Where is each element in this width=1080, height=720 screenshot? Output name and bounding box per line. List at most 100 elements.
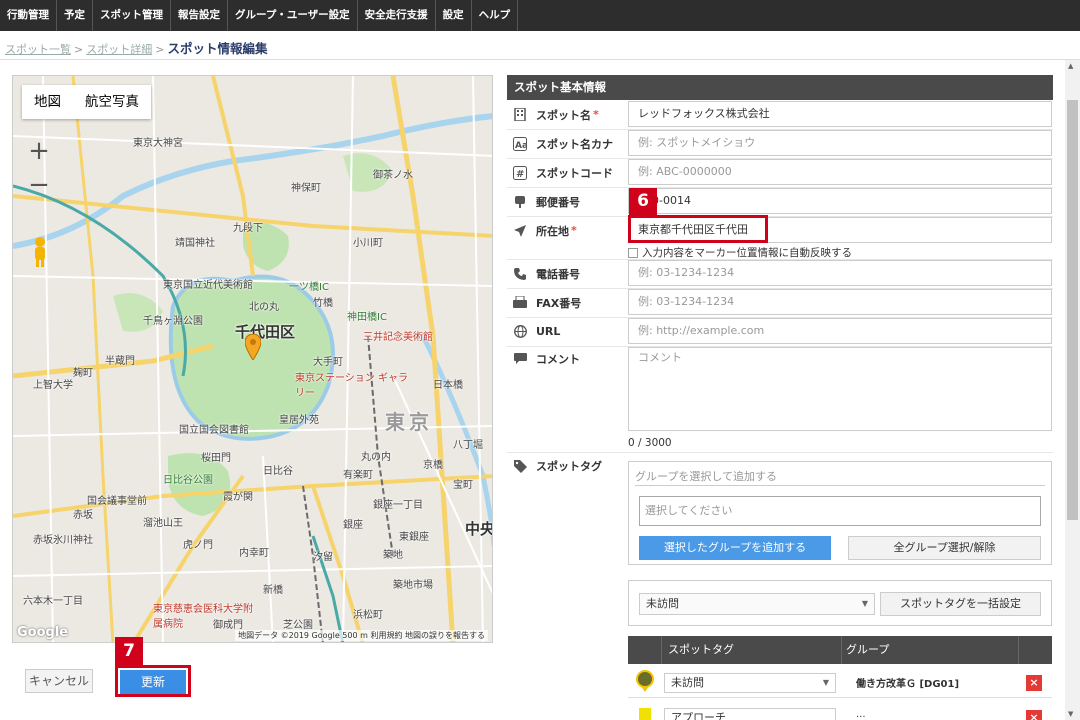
scrollbar-thumb[interactable] xyxy=(1067,100,1078,520)
tag-table-header-tag: スポットタグ xyxy=(668,643,734,656)
tag-marker-icon xyxy=(635,670,655,695)
nav-item-help[interactable]: ヘルプ xyxy=(472,0,519,31)
map-label-kokyo-gaien: 皇居外苑 xyxy=(279,415,319,426)
nav-item-schedule[interactable]: 予定 xyxy=(57,0,93,31)
map-label-hamamatsucho: 浜松町 xyxy=(353,610,383,621)
bulk-tag-select-value: 未訪問 xyxy=(646,597,679,610)
map-label-yurakucho: 有楽町 xyxy=(343,470,373,481)
map-label-ndl: 国立国会図書館 xyxy=(179,425,249,436)
spot-name-input[interactable]: レッドフォックス株式会社 xyxy=(628,101,1052,127)
add-group-button[interactable]: 選択したグループを追加する xyxy=(639,536,831,560)
row-url: URL 例: http://example.com xyxy=(507,317,1053,346)
comment-icon xyxy=(513,352,527,366)
comment-counter: 0 / 3000 xyxy=(628,437,672,449)
scroll-down-icon[interactable]: ▼ xyxy=(1068,710,1073,718)
map-label-toranomon: 虎ノ門 xyxy=(183,540,213,551)
group-select-placeholder[interactable]: グループを選択して追加する xyxy=(635,468,1045,486)
delete-row-button[interactable]: × xyxy=(1026,675,1042,691)
nav-item-settings[interactable]: 設定 xyxy=(436,0,472,31)
globe-icon xyxy=(513,325,527,339)
bulk-tag-select[interactable]: 未訪問 ▼ xyxy=(639,593,875,615)
map-view[interactable]: 地図 航空写真 + − 千代田区 東京 中央 神保町 九段下 竹橋 大手町 東京… xyxy=(12,75,493,643)
nav-item-activity[interactable]: 行動管理 xyxy=(0,0,57,31)
spot-marker-pin[interactable] xyxy=(245,334,261,360)
map-label-daijingu: 東京大神宮 xyxy=(133,138,183,149)
required-mark: * xyxy=(571,224,577,237)
bulk-tag-box: 未訪問 ▼ スポットタグを一括設定 xyxy=(628,580,1052,626)
map-label-hatchobori: 八丁堀 xyxy=(453,440,483,451)
map-label-kokkai-gijidomae: 国会議事堂前 xyxy=(87,496,147,507)
map-label-yasukuni: 靖国神社 xyxy=(175,238,215,249)
spot-tag-label: スポットタグ xyxy=(536,460,602,473)
svg-text:Aa: Aa xyxy=(515,141,527,151)
row-phone: 電話番号 例: 03-1234-1234 xyxy=(507,259,1053,288)
map-label-hibiya-park: 日比谷公園 xyxy=(163,475,213,486)
map-type-satellite[interactable]: 航空写真 xyxy=(73,85,151,119)
comment-textarea[interactable]: コメント xyxy=(628,347,1052,431)
map-label-kandabashi-ic: 神田橋IC xyxy=(347,312,387,323)
mailbox-icon xyxy=(513,195,527,209)
zoom-in-button[interactable]: + xyxy=(22,134,56,168)
tag-icon xyxy=(513,459,527,473)
map-label-station-gallery: 東京ステーション ギャラリー xyxy=(295,373,408,399)
map-label-sakuradamon: 桜田門 xyxy=(201,453,231,464)
phone-input[interactable]: 例: 03-1234-1234 xyxy=(628,260,1052,286)
map-label-tsukiji: 築地 xyxy=(383,550,403,561)
map-label-ogawamachi: 小川町 xyxy=(353,238,383,249)
cancel-button[interactable]: キャンセル xyxy=(25,669,93,693)
map-label-ochanomizu: 御茶ノ水 xyxy=(373,170,413,181)
url-input[interactable]: 例: http://example.com xyxy=(628,318,1052,344)
breadcrumb: スポット一覧 > スポット詳細 > スポット情報編集 xyxy=(5,38,267,57)
nav-item-group-user[interactable]: グループ・ユーザー設定 xyxy=(228,0,358,31)
nav-item-safe-driving[interactable]: 安全走行支援 xyxy=(358,0,436,31)
pegman-icon[interactable] xyxy=(27,234,53,268)
delete-row-button[interactable]: × xyxy=(1026,710,1042,720)
tag-table-header: スポットタグ グループ xyxy=(628,636,1052,664)
tag-table-header-group: グループ xyxy=(846,643,890,656)
map-label-tameike-sanno: 溜池山王 xyxy=(143,518,183,529)
phone-label: 電話番号 xyxy=(536,267,580,281)
group-choose-input[interactable]: 選択してください xyxy=(639,496,1041,526)
breadcrumb-spot-list[interactable]: スポット一覧 xyxy=(5,43,71,56)
annotation-number-6: 6 xyxy=(629,188,657,215)
auto-reflect-checkbox-row[interactable]: 入力内容をマーカー位置情報に自動反映する xyxy=(628,245,852,260)
scroll-up-icon[interactable]: ▲ xyxy=(1068,62,1073,70)
select-all-groups-button[interactable]: 全グループ選択/解除 xyxy=(848,536,1041,560)
breadcrumb-spot-detail[interactable]: スポット詳細 xyxy=(86,43,152,56)
row-group-name: 働き方改革Ｇ [DG01] xyxy=(856,679,960,690)
map-label-chidorigafuchi: 千鳥ヶ淵公園 xyxy=(143,316,203,327)
auto-reflect-checkbox[interactable] xyxy=(628,247,638,258)
map-type-map[interactable]: 地図 xyxy=(22,85,73,119)
zip-input[interactable]: 100-0014 xyxy=(628,188,1052,214)
row-zip: 郵便番号 100-0014 xyxy=(507,187,1053,216)
building-icon xyxy=(513,108,527,122)
table-row: 未訪問 ▼ 働き方改革Ｇ [DG01] × xyxy=(628,664,1052,698)
zoom-out-button[interactable]: − xyxy=(22,168,56,202)
spot-code-input[interactable]: 例: ABC-0000000 xyxy=(628,159,1052,185)
spot-kana-input[interactable]: 例: スポットメイショウ xyxy=(628,130,1052,156)
map-label-kitanomaru: 北の丸 xyxy=(249,302,279,313)
row-address: 所在地 * 東京都千代田区千代田 xyxy=(507,216,1053,245)
fax-input[interactable]: 例: 03-1234-1234 xyxy=(628,289,1052,315)
map-label-jimbocho: 神保町 xyxy=(291,183,321,194)
bulk-set-tag-button[interactable]: スポットタグを一括設定 xyxy=(880,592,1041,616)
row-tag-select[interactable]: 未訪問 ▼ xyxy=(664,673,836,693)
spot-form: スポット基本情報 スポット名 * レッドフォックス株式会社 Aa スポット名カナ … xyxy=(507,75,1053,720)
spot-code-label: スポットコード xyxy=(536,166,613,180)
row-tag-select[interactable]: アプローチ xyxy=(664,708,836,720)
nav-item-report[interactable]: 報告設定 xyxy=(171,0,228,31)
map-label-akasaka: 赤坂 xyxy=(73,510,93,521)
nav-item-spot[interactable]: スポット管理 xyxy=(93,0,171,31)
map-label-hitotsubashi-ic: 一ツ橋IC xyxy=(289,282,329,293)
map-label-onarimon: 御成門 xyxy=(213,620,243,631)
map-label-shibakoen: 芝公園 xyxy=(283,620,313,631)
svg-text:#: # xyxy=(516,169,524,180)
map-credit: 地図データ ©2019 Google 500 m 利用規約 地図の誤りを報告する xyxy=(235,630,488,641)
annotation-box-7 xyxy=(115,665,191,697)
map-label-uchisaiwaicho: 内幸町 xyxy=(239,548,269,559)
map-label-ginza: 銀座 xyxy=(343,520,363,531)
map-label-chiyoda: 千代田区 xyxy=(235,323,296,341)
google-logo: Google xyxy=(17,625,69,640)
map-label-shiodome: 汐留 xyxy=(313,552,333,563)
page-scrollbar[interactable]: ▲ ▼ xyxy=(1065,60,1080,720)
